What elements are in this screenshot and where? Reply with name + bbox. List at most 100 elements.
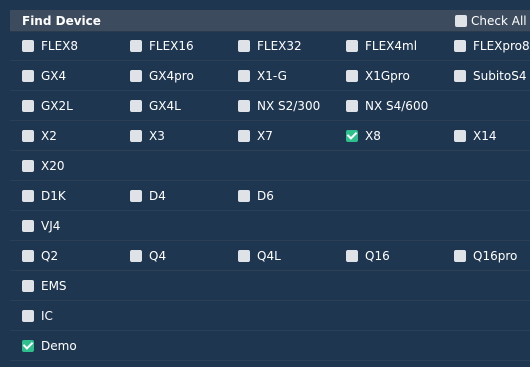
device-option-demo[interactable]: Demo — [22, 331, 122, 361]
device-option-flexpro8[interactable]: FLEXpro8 — [454, 31, 530, 61]
checkbox-icon[interactable] — [238, 190, 250, 202]
device-label: X1Gpro — [365, 69, 410, 83]
checkbox-icon[interactable] — [22, 160, 34, 172]
device-option-x8[interactable]: X8 — [346, 121, 446, 151]
device-row: IC — [10, 301, 530, 331]
device-label: X20 — [41, 159, 65, 173]
checkbox-icon[interactable] — [22, 310, 34, 322]
device-option-q4[interactable]: Q4 — [130, 241, 230, 271]
device-row: X2 X3 X7 X8 X14 — [10, 121, 530, 151]
device-option-q2[interactable]: Q2 — [22, 241, 122, 271]
device-label: FLEX32 — [257, 39, 302, 53]
checkbox-icon[interactable] — [454, 40, 466, 52]
device-label: D6 — [257, 189, 274, 203]
device-label: Demo — [41, 339, 77, 353]
device-option-x20[interactable]: X20 — [22, 151, 122, 181]
device-label: D4 — [149, 189, 166, 203]
device-option-subitos4[interactable]: SubitoS4 — [454, 61, 530, 91]
checkbox-icon[interactable] — [22, 130, 34, 142]
device-option-nx-s4-600[interactable]: NX S4/600 — [346, 91, 446, 121]
checkbox-checked-icon[interactable] — [346, 130, 358, 142]
device-option-x1gpro[interactable]: X1Gpro — [346, 61, 446, 91]
device-option-d6[interactable]: D6 — [238, 181, 338, 211]
device-row: EMS — [10, 271, 530, 301]
check-all-toggle[interactable]: Check All — [455, 10, 530, 31]
checkbox-icon[interactable] — [22, 70, 34, 82]
device-label: Q16 — [365, 249, 390, 263]
device-label: SubitoS4 — [473, 69, 527, 83]
checkbox-icon[interactable] — [22, 280, 34, 292]
device-option-vj4[interactable]: VJ4 — [22, 211, 122, 241]
device-row: VJ4 — [10, 211, 530, 241]
device-option-q4l[interactable]: Q4L — [238, 241, 338, 271]
device-option-x14[interactable]: X14 — [454, 121, 530, 151]
device-label: VJ4 — [41, 219, 61, 233]
checkbox-icon[interactable] — [22, 100, 34, 112]
device-label: FLEX4ml — [365, 39, 418, 53]
find-device-header: Find Device Check All — [10, 10, 530, 32]
device-row: D1K D4 D6 — [10, 181, 530, 211]
checkbox-icon[interactable] — [454, 250, 466, 262]
device-option-flex32[interactable]: FLEX32 — [238, 31, 338, 61]
device-option-d4[interactable]: D4 — [130, 181, 230, 211]
device-row: FLEX8 FLEX16 FLEX32 FLEX4ml FLEXpro8 — [10, 31, 530, 61]
device-label: FLEX8 — [41, 39, 79, 53]
checkbox-icon[interactable] — [238, 130, 250, 142]
device-option-x2[interactable]: X2 — [22, 121, 122, 151]
device-option-x3[interactable]: X3 — [130, 121, 230, 151]
device-label: X14 — [473, 129, 497, 143]
device-option-ic[interactable]: IC — [22, 301, 122, 331]
device-option-nx-s2-300[interactable]: NX S2/300 — [238, 91, 338, 121]
checkbox-icon[interactable] — [130, 70, 142, 82]
checkbox-icon[interactable] — [454, 130, 466, 142]
device-label: X3 — [149, 129, 165, 143]
device-option-gx2l[interactable]: GX2L — [22, 91, 122, 121]
device-label: X7 — [257, 129, 273, 143]
device-option-d1k[interactable]: D1K — [22, 181, 122, 211]
device-label: GX4pro — [149, 69, 194, 83]
device-label: GX4L — [149, 99, 181, 113]
device-option-flex8[interactable]: FLEX8 — [22, 31, 122, 61]
checkbox-icon[interactable] — [130, 190, 142, 202]
device-option-flex4ml[interactable]: FLEX4ml — [346, 31, 446, 61]
device-label: Q4 — [149, 249, 167, 263]
device-label: D1K — [41, 189, 66, 203]
device-label: X2 — [41, 129, 57, 143]
checkbox-icon[interactable] — [238, 70, 250, 82]
checkbox-icon[interactable] — [22, 190, 34, 202]
device-option-q16[interactable]: Q16 — [346, 241, 446, 271]
checkbox-icon[interactable] — [130, 100, 142, 112]
checkbox-icon[interactable] — [238, 40, 250, 52]
device-option-gx4[interactable]: GX4 — [22, 61, 122, 91]
device-label: Q4L — [257, 249, 281, 263]
device-option-x7[interactable]: X7 — [238, 121, 338, 151]
device-option-ems[interactable]: EMS — [22, 271, 122, 301]
checkbox-icon[interactable] — [22, 220, 34, 232]
check-all-checkbox[interactable] — [455, 14, 467, 27]
device-label: Q2 — [41, 249, 59, 263]
checkbox-icon[interactable] — [346, 40, 358, 52]
device-option-x1-g[interactable]: X1-G — [238, 61, 338, 91]
device-option-flex16[interactable]: FLEX16 — [130, 31, 230, 61]
device-row: X20 — [10, 151, 530, 181]
device-option-gx4pro[interactable]: GX4pro — [130, 61, 230, 91]
device-label: EMS — [41, 279, 67, 293]
checkbox-icon[interactable] — [454, 70, 466, 82]
device-label: FLEX16 — [149, 39, 194, 53]
checkbox-icon[interactable] — [130, 40, 142, 52]
checkbox-icon[interactable] — [130, 130, 142, 142]
panel-title: Find Device — [22, 13, 101, 28]
checkbox-icon[interactable] — [346, 100, 358, 112]
checkbox-icon[interactable] — [238, 100, 250, 112]
checkbox-checked-icon[interactable] — [22, 340, 34, 352]
checkbox-icon[interactable] — [238, 250, 250, 262]
checkbox-icon[interactable] — [22, 40, 34, 52]
device-option-q16pro[interactable]: Q16pro — [454, 241, 530, 271]
checkbox-icon[interactable] — [346, 250, 358, 262]
device-row: GX4 GX4pro X1-G X1Gpro SubitoS4 — [10, 61, 530, 91]
checkbox-icon[interactable] — [22, 250, 34, 262]
device-option-gx4l[interactable]: GX4L — [130, 91, 230, 121]
checkbox-icon[interactable] — [130, 250, 142, 262]
checkbox-icon[interactable] — [346, 70, 358, 82]
device-label: IC — [41, 309, 53, 323]
